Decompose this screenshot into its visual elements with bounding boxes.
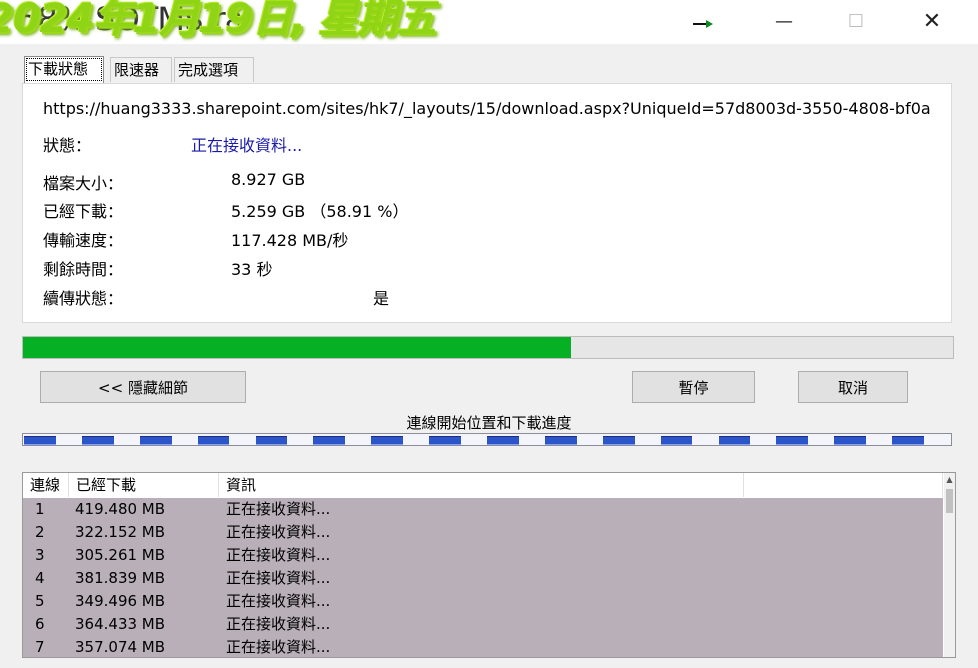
column-header-connection[interactable]: 連線 — [23, 473, 69, 497]
list-row[interactable]: 2 322.152 MB 正在接收資料... — [23, 521, 943, 544]
resume-label: 續傳狀態： — [43, 289, 124, 308]
row-info: 正在接收資料... — [226, 569, 331, 587]
connection-segment — [834, 436, 867, 445]
file-size-label: 檔案大小： — [43, 174, 124, 193]
file-size-value: 8.927 GB — [231, 170, 306, 189]
cancel-button[interactable]: 取消 — [798, 371, 908, 403]
column-header-info[interactable]: 資訊 — [219, 473, 744, 497]
connection-segment — [197, 436, 230, 445]
row-info: 正在接收資料... — [226, 592, 331, 610]
row-downloaded: 349.496 MB — [75, 592, 166, 610]
vertical-scrollbar[interactable]: ▲ — [944, 473, 955, 657]
row-connection-id: 4 — [35, 569, 45, 587]
pause-button[interactable]: 暫停 — [632, 371, 755, 403]
scroll-thumb[interactable] — [946, 489, 953, 513]
row-info: 正在接收資料... — [226, 523, 331, 541]
row-info: 正在接收資料... — [226, 546, 331, 564]
row-downloaded: 322.152 MB — [75, 523, 166, 541]
row-connection-id: 3 — [35, 546, 45, 564]
row-downloaded: 364.433 MB — [75, 615, 166, 633]
progress-fill — [23, 337, 571, 358]
row-info: 正在接收資料... — [226, 500, 331, 518]
row-downloaded: 381.839 MB — [75, 569, 166, 587]
close-icon[interactable]: ✕ — [912, 10, 952, 34]
row-connection-id: 5 — [35, 592, 45, 610]
row-downloaded: 357.074 MB — [75, 638, 166, 656]
list-body: 1 419.480 MB 正在接收資料... 2 322.152 MB 正在接收… — [23, 498, 943, 657]
resume-value: 是 — [373, 289, 390, 308]
list-header: 連線 已經下載 資訊 — [23, 473, 943, 497]
connection-progress-bar — [22, 433, 952, 446]
download-arrow-icon — [693, 20, 713, 28]
connection-segment — [139, 436, 172, 445]
tab-completion-options[interactable]: 完成選項 — [174, 57, 254, 82]
scroll-up-arrow-icon[interactable]: ▲ — [944, 473, 955, 487]
connection-segment — [429, 436, 461, 445]
connection-segment — [487, 436, 519, 445]
details-panel: https://huang3333.sharepoint.com/sites/h… — [22, 83, 952, 323]
date-overlay: 2024年1月19日, 星期五 — [0, 0, 436, 42]
connection-segment — [81, 436, 114, 445]
connection-segment — [371, 436, 404, 445]
status-value: 正在接收資料... — [191, 136, 303, 155]
list-row[interactable]: 7 357.074 MB 正在接收資料... — [23, 636, 943, 657]
list-row[interactable]: 5 349.496 MB 正在接收資料... — [23, 590, 943, 613]
list-row[interactable]: 3 305.261 MB 正在接收資料... — [23, 544, 943, 567]
list-row[interactable]: 4 381.839 MB 正在接收資料... — [23, 567, 943, 590]
connection-segment — [255, 436, 288, 445]
download-url: https://huang3333.sharepoint.com/sites/h… — [43, 99, 931, 118]
column-header-empty[interactable] — [744, 473, 943, 497]
connection-segment — [602, 436, 635, 445]
connection-segment — [718, 436, 751, 445]
tab-download-status[interactable]: 下載狀態 — [24, 56, 104, 83]
downloaded-value: 5.259 GB （58.91 %） — [231, 202, 409, 221]
row-connection-id: 2 — [35, 523, 45, 541]
row-connection-id: 1 — [35, 500, 45, 518]
download-progress-bar — [22, 336, 954, 359]
list-row[interactable]: 6 364.433 MB 正在接收資料... — [23, 613, 943, 636]
tab-speed-limiter[interactable]: 限速器 — [110, 57, 172, 82]
column-header-downloaded[interactable]: 已經下載 — [69, 473, 219, 497]
row-info: 正在接收資料... — [226, 638, 331, 656]
row-connection-id: 6 — [35, 615, 45, 633]
connection-segment — [776, 436, 809, 445]
connection-segment — [24, 436, 56, 445]
minimize-icon[interactable]: — — [764, 10, 804, 34]
row-downloaded: 305.261 MB — [75, 546, 166, 564]
connection-segment — [313, 436, 346, 445]
speed-label: 傳輸速度： — [43, 231, 124, 250]
row-downloaded: 419.480 MB — [75, 500, 166, 518]
speed-value: 117.428 MB/秒 — [231, 231, 349, 250]
row-info: 正在接收資料... — [226, 615, 331, 633]
list-row[interactable]: 1 419.480 MB 正在接收資料... — [23, 498, 943, 521]
title-bar: 58% SOTM$.ra 2024年1月19日, 星期五 — ☐ ✕ — [0, 0, 978, 44]
status-label: 狀態： — [43, 136, 92, 155]
connection-segment — [544, 436, 577, 445]
downloaded-label: 已經下載： — [43, 202, 124, 221]
row-connection-id: 7 — [35, 638, 45, 656]
maximize-icon[interactable]: ☐ — [836, 10, 876, 34]
connection-segment — [660, 436, 693, 445]
remaining-label: 剩餘時間： — [43, 260, 124, 279]
hide-details-button[interactable]: << 隱藏細節 — [40, 371, 246, 403]
connection-list: 連線 已經下載 資訊 1 419.480 MB 正在接收資料... 2 322.… — [22, 472, 956, 658]
remaining-value: 33 秒 — [231, 260, 273, 279]
connection-segment — [892, 436, 924, 445]
connection-progress-caption: 連線開始位置和下載進度 — [406, 414, 572, 432]
